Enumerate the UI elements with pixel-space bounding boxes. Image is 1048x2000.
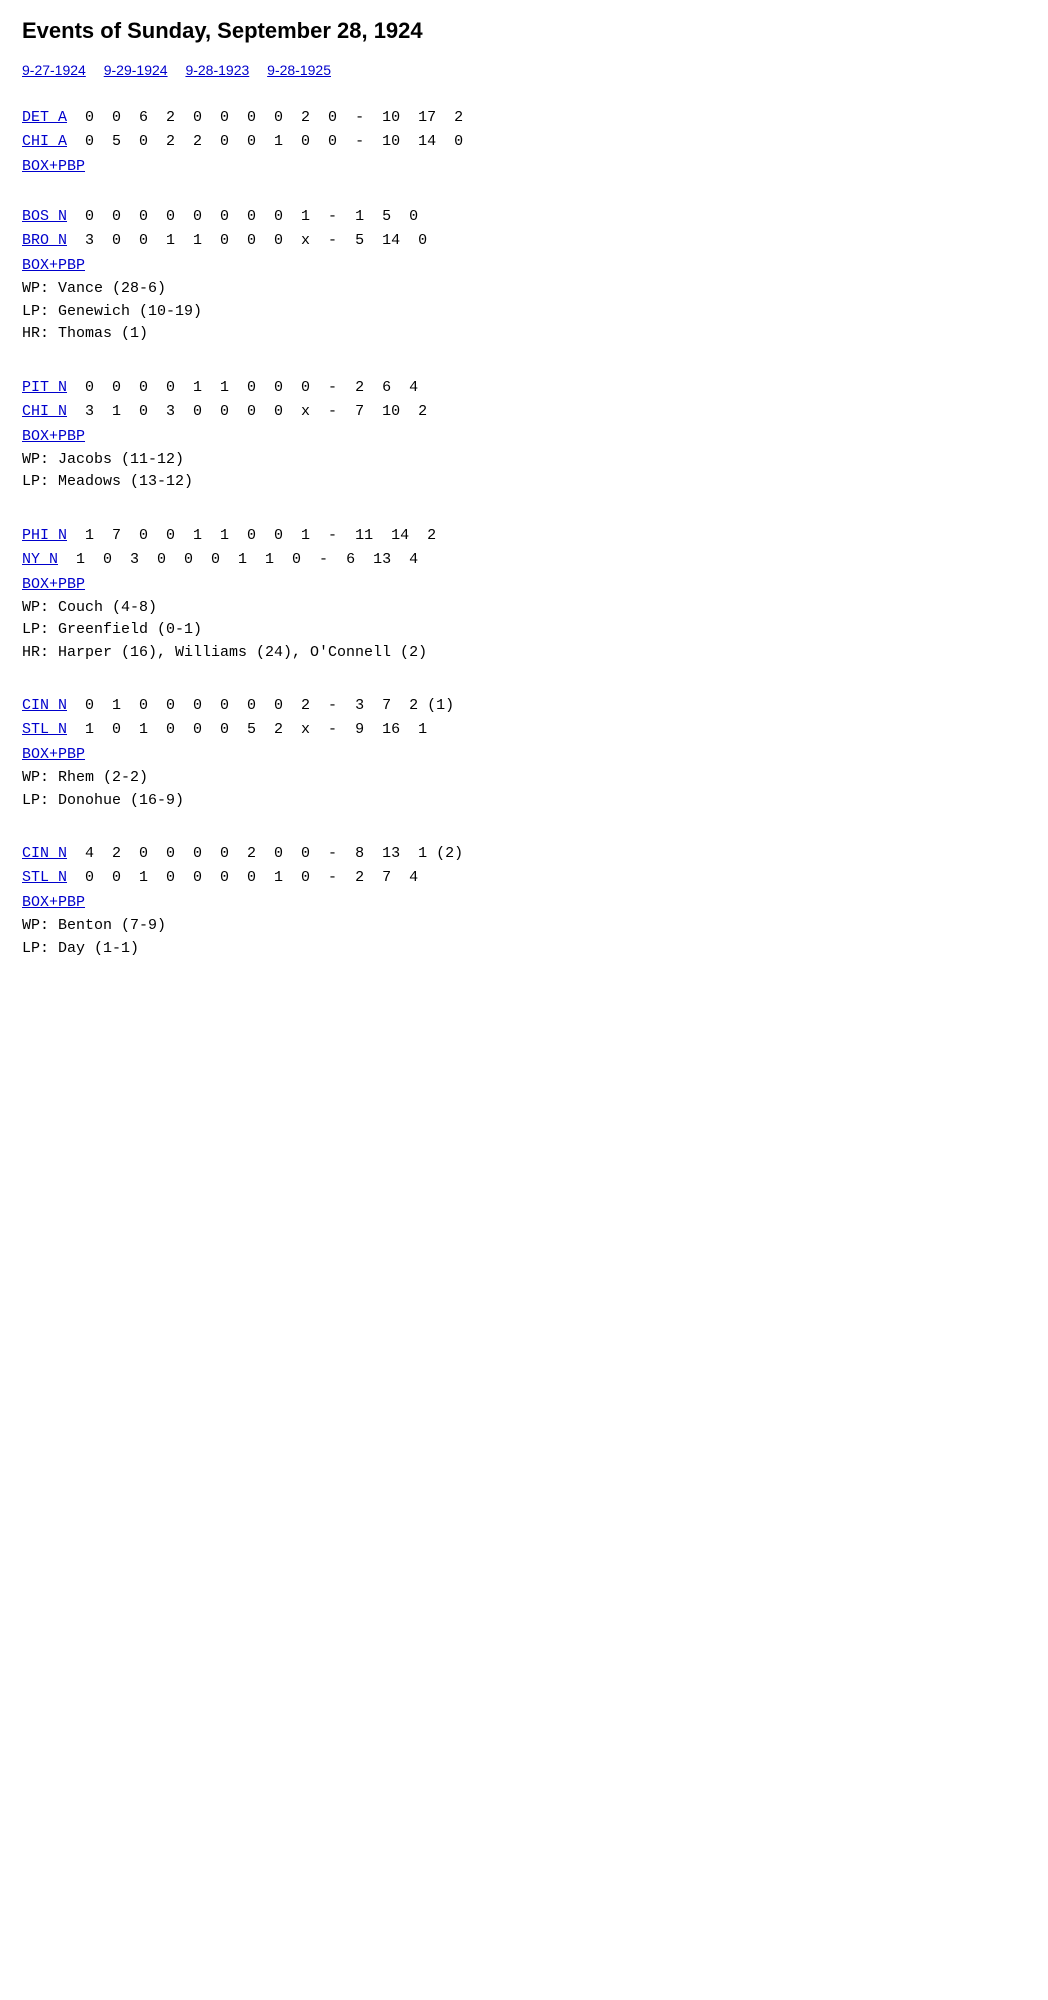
score-row: STL N 1 0 1 0 0 0 5 2 x - 9 16 1 (22, 718, 1026, 742)
game-notes: WP: Vance (28-6)LP: Genewich (10-19)HR: … (22, 278, 1026, 346)
nav-links: 9-27-1924 9-29-1924 9-28-1923 9-28-1925 (22, 62, 1026, 78)
nav-link[interactable]: 9-28-1923 (185, 62, 249, 78)
game-note: WP: Rhem (2-2) (22, 767, 1026, 790)
game-notes: WP: Couch (4-8)LP: Greenfield (0-1)HR: H… (22, 597, 1026, 665)
score-row: CHI N 3 1 0 3 0 0 0 0 x - 7 10 2 (22, 400, 1026, 424)
score-row: PHI N 1 7 0 0 1 1 0 0 1 - 11 14 2 (22, 524, 1026, 548)
team-link[interactable]: CIN N (22, 845, 67, 862)
score-row: STL N 0 0 1 0 0 0 0 1 0 - 2 7 4 (22, 866, 1026, 890)
team-link[interactable]: BRO N (22, 232, 67, 249)
box-pbp-link[interactable]: BOX+PBP (22, 894, 85, 911)
score-row: CIN N 0 1 0 0 0 0 0 0 2 - 3 7 2 (1) (22, 694, 1026, 718)
game-note: WP: Benton (7-9) (22, 915, 1026, 938)
box-pbp-link[interactable]: BOX+PBP (22, 576, 85, 593)
team-link[interactable]: PIT N (22, 379, 67, 396)
score-row: BRO N 3 0 0 1 1 0 0 0 x - 5 14 0 (22, 229, 1026, 253)
game-note: WP: Couch (4-8) (22, 597, 1026, 620)
nav-link[interactable]: 9-27-1924 (22, 62, 86, 78)
page-title: Events of Sunday, September 28, 1924 (22, 18, 1026, 44)
game-block: BOS N 0 0 0 0 0 0 0 0 1 - 1 5 0BRO N 3 0… (22, 205, 1026, 346)
box-pbp-link[interactable]: BOX+PBP (22, 158, 85, 175)
box-pbp-link[interactable]: BOX+PBP (22, 746, 85, 763)
score-row: CHI A 0 5 0 2 2 0 0 1 0 0 - 10 14 0 (22, 130, 1026, 154)
nav-link[interactable]: 9-28-1925 (267, 62, 331, 78)
game-block: CIN N 4 2 0 0 0 0 2 0 0 - 8 13 1 (2)STL … (22, 842, 1026, 960)
team-link[interactable]: DET A (22, 109, 67, 126)
game-notes: WP: Jacobs (11-12)LP: Meadows (13-12) (22, 449, 1026, 494)
team-link[interactable]: BOS N (22, 208, 67, 225)
game-notes: WP: Benton (7-9)LP: Day (1-1) (22, 915, 1026, 960)
team-link[interactable]: STL N (22, 721, 67, 738)
score-row: CIN N 4 2 0 0 0 0 2 0 0 - 8 13 1 (2) (22, 842, 1026, 866)
game-note: HR: Thomas (1) (22, 323, 1026, 346)
game-block: PIT N 0 0 0 0 1 1 0 0 0 - 2 6 4CHI N 3 1… (22, 376, 1026, 494)
score-row: BOS N 0 0 0 0 0 0 0 0 1 - 1 5 0 (22, 205, 1026, 229)
score-row: NY N 1 0 3 0 0 0 1 1 0 - 6 13 4 (22, 548, 1026, 572)
team-link[interactable]: NY N (22, 551, 58, 568)
game-block: PHI N 1 7 0 0 1 1 0 0 1 - 11 14 2NY N 1 … (22, 524, 1026, 665)
score-row: DET A 0 0 6 2 0 0 0 0 2 0 - 10 17 2 (22, 106, 1026, 130)
team-link[interactable]: STL N (22, 869, 67, 886)
score-row: PIT N 0 0 0 0 1 1 0 0 0 - 2 6 4 (22, 376, 1026, 400)
game-note: LP: Donohue (16-9) (22, 790, 1026, 813)
game-note: LP: Genewich (10-19) (22, 301, 1026, 324)
game-note: WP: Jacobs (11-12) (22, 449, 1026, 472)
game-note: WP: Vance (28-6) (22, 278, 1026, 301)
game-note: LP: Meadows (13-12) (22, 471, 1026, 494)
game-note: LP: Day (1-1) (22, 938, 1026, 961)
game-note: LP: Greenfield (0-1) (22, 619, 1026, 642)
team-link[interactable]: PHI N (22, 527, 67, 544)
game-block: DET A 0 0 6 2 0 0 0 0 2 0 - 10 17 2CHI A… (22, 106, 1026, 175)
box-pbp-link[interactable]: BOX+PBP (22, 257, 85, 274)
team-link[interactable]: CHI A (22, 133, 67, 150)
game-note: HR: Harper (16), Williams (24), O'Connel… (22, 642, 1026, 665)
team-link[interactable]: CIN N (22, 697, 67, 714)
game-notes: WP: Rhem (2-2)LP: Donohue (16-9) (22, 767, 1026, 812)
team-link[interactable]: CHI N (22, 403, 67, 420)
nav-link[interactable]: 9-29-1924 (104, 62, 168, 78)
game-block: CIN N 0 1 0 0 0 0 0 0 2 - 3 7 2 (1)STL N… (22, 694, 1026, 812)
box-pbp-link[interactable]: BOX+PBP (22, 428, 85, 445)
